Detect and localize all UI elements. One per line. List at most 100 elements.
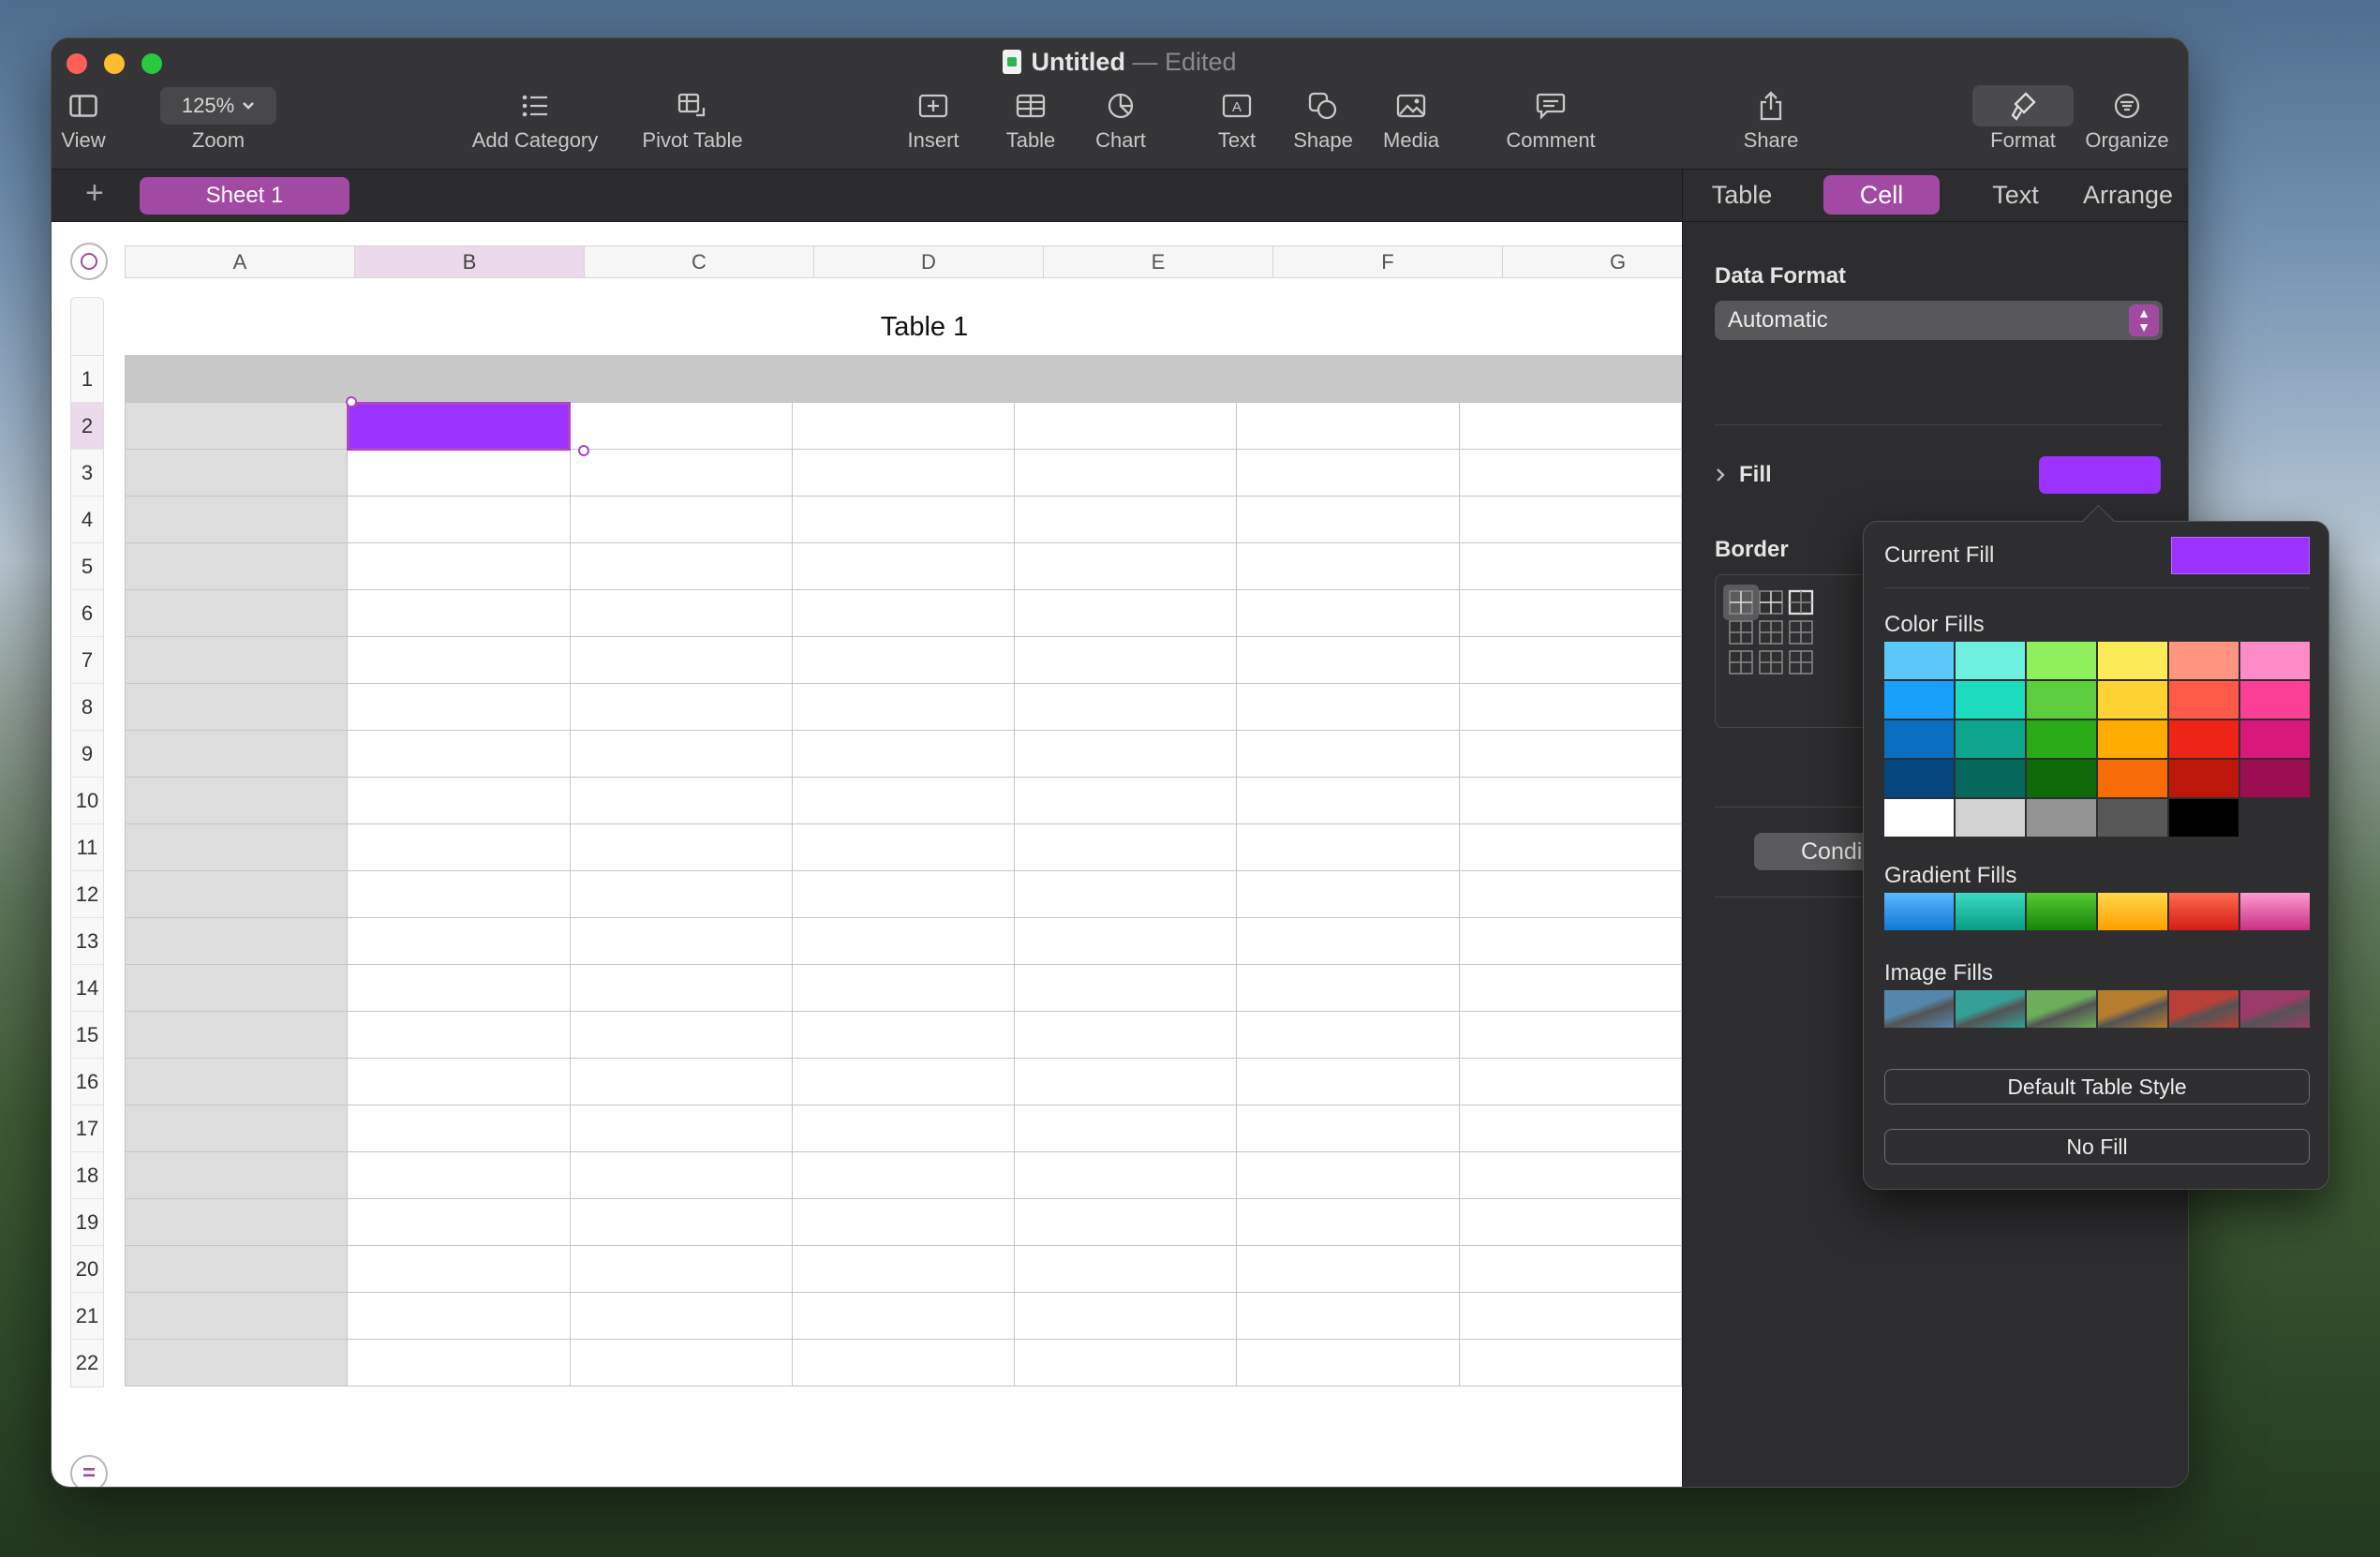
cell-a20[interactable]: [124, 1245, 349, 1293]
cell-c5[interactable]: [569, 542, 793, 590]
column-header-f[interactable]: F: [1273, 246, 1503, 277]
fill-disclosure[interactable]: Fill: [1715, 462, 1772, 488]
zoom-popup[interactable]: 125%: [160, 87, 276, 125]
cell-a2[interactable]: [124, 402, 349, 450]
data-format-popup[interactable]: Automatic ▲ ▼: [1715, 301, 2163, 340]
color-fill-swatch[interactable]: [2098, 720, 2167, 758]
cell-d6[interactable]: [791, 589, 1016, 637]
row-header-3[interactable]: 3: [71, 450, 103, 497]
cell-e3[interactable]: [1014, 449, 1238, 497]
image-fill-swatch[interactable]: [2098, 990, 2167, 1028]
cell-b14[interactable]: [347, 964, 571, 1012]
cell-e15[interactable]: [1014, 1011, 1238, 1059]
row-header-9[interactable]: 9: [71, 731, 103, 778]
cell-e10[interactable]: [1014, 777, 1238, 824]
color-fill-swatch[interactable]: [2240, 681, 2310, 719]
insert-button[interactable]: Insert: [895, 87, 972, 153]
cell-c9[interactable]: [569, 730, 793, 778]
cell-f7[interactable]: [1236, 636, 1460, 684]
image-fill-swatch[interactable]: [2240, 990, 2310, 1028]
cell-a1[interactable]: [124, 355, 349, 403]
tab-arrange[interactable]: Arrange: [2071, 175, 2185, 215]
row-header-19[interactable]: 19: [71, 1199, 103, 1246]
cell-a6[interactable]: [124, 589, 349, 637]
cell-c7[interactable]: [569, 636, 793, 684]
row-header-22[interactable]: 22: [71, 1340, 103, 1386]
cell-b16[interactable]: [347, 1058, 571, 1105]
cell-a15[interactable]: [124, 1011, 349, 1059]
cell-g12[interactable]: [1458, 870, 1682, 918]
view-button[interactable]: View: [61, 87, 106, 153]
cell-a11[interactable]: [124, 823, 349, 871]
fill-color-well[interactable]: [2039, 456, 2161, 494]
cell-d19[interactable]: [791, 1198, 1016, 1246]
cell-g7[interactable]: [1458, 636, 1682, 684]
cell-c18[interactable]: [569, 1151, 793, 1199]
row-header-17[interactable]: 17: [71, 1105, 103, 1152]
color-fill-swatch[interactable]: [1956, 642, 2025, 679]
cell-d4[interactable]: [791, 496, 1016, 543]
cell-a8[interactable]: [124, 683, 349, 731]
cell-b22[interactable]: [347, 1339, 571, 1386]
cell-f17[interactable]: [1236, 1105, 1460, 1152]
cell-f1[interactable]: [1236, 355, 1460, 403]
cell-c1[interactable]: [569, 355, 793, 403]
gradient-fill-swatch[interactable]: [2169, 893, 2239, 930]
cell-f22[interactable]: [1236, 1339, 1460, 1386]
cell-b11[interactable]: [347, 823, 571, 871]
cell-a22[interactable]: [124, 1339, 349, 1386]
cell-b21[interactable]: [347, 1292, 571, 1340]
tab-text[interactable]: Text: [1964, 175, 2067, 215]
cell-c22[interactable]: [569, 1339, 793, 1386]
cell-c15[interactable]: [569, 1011, 793, 1059]
shape-button[interactable]: Shape: [1281, 87, 1365, 153]
cell-d2[interactable]: [791, 402, 1016, 450]
cell-g14[interactable]: [1458, 964, 1682, 1012]
cell-f13[interactable]: [1236, 917, 1460, 965]
cell-g6[interactable]: [1458, 589, 1682, 637]
cell-b8[interactable]: [347, 683, 571, 731]
cell-g11[interactable]: [1458, 823, 1682, 871]
cell-e13[interactable]: [1014, 917, 1238, 965]
cell-a16[interactable]: [124, 1058, 349, 1105]
tab-table[interactable]: Table: [1700, 175, 1784, 215]
no-fill-button[interactable]: No Fill: [1884, 1129, 2310, 1164]
share-button[interactable]: Share: [1736, 87, 1806, 153]
color-fill-swatch[interactable]: [2240, 642, 2310, 679]
color-fill-swatch[interactable]: [1956, 681, 2025, 719]
cell-d10[interactable]: [791, 777, 1016, 824]
cell-e9[interactable]: [1014, 730, 1238, 778]
cell-f16[interactable]: [1236, 1058, 1460, 1105]
cell-d14[interactable]: [791, 964, 1016, 1012]
table-title[interactable]: Table 1: [125, 312, 1682, 343]
color-fill-swatch[interactable]: [2169, 799, 2239, 837]
color-fill-swatch[interactable]: [2098, 799, 2167, 837]
color-fill-swatch[interactable]: [2169, 642, 2239, 679]
tab-cell[interactable]: Cell: [1823, 175, 1940, 215]
cell-g19[interactable]: [1458, 1198, 1682, 1246]
cell-b15[interactable]: [347, 1011, 571, 1059]
color-fill-swatch[interactable]: [2169, 760, 2239, 797]
gradient-fill-swatch[interactable]: [2027, 893, 2096, 930]
cell-a14[interactable]: [124, 964, 349, 1012]
cell-e4[interactable]: [1014, 496, 1238, 543]
color-fill-swatch[interactable]: [2169, 681, 2239, 719]
color-fill-swatch[interactable]: [2027, 760, 2096, 797]
cell-c16[interactable]: [569, 1058, 793, 1105]
cell-c3[interactable]: [569, 449, 793, 497]
cell-d17[interactable]: [791, 1105, 1016, 1152]
cell-c10[interactable]: [569, 777, 793, 824]
cell-e12[interactable]: [1014, 870, 1238, 918]
cell-b1[interactable]: [347, 355, 571, 403]
cell-b13[interactable]: [347, 917, 571, 965]
sheet-tab-sheet-1[interactable]: Sheet 1: [140, 177, 350, 215]
cell-b5[interactable]: [347, 542, 571, 590]
cell-e21[interactable]: [1014, 1292, 1238, 1340]
cell-b3[interactable]: [347, 449, 571, 497]
row-header-2[interactable]: 2: [71, 403, 103, 450]
selection-handle-top-left[interactable]: [346, 396, 357, 408]
cell-b2[interactable]: [346, 401, 572, 451]
cell-g2[interactable]: [1458, 402, 1682, 450]
cell-d22[interactable]: [791, 1339, 1016, 1386]
color-fill-swatch[interactable]: [2169, 720, 2239, 758]
